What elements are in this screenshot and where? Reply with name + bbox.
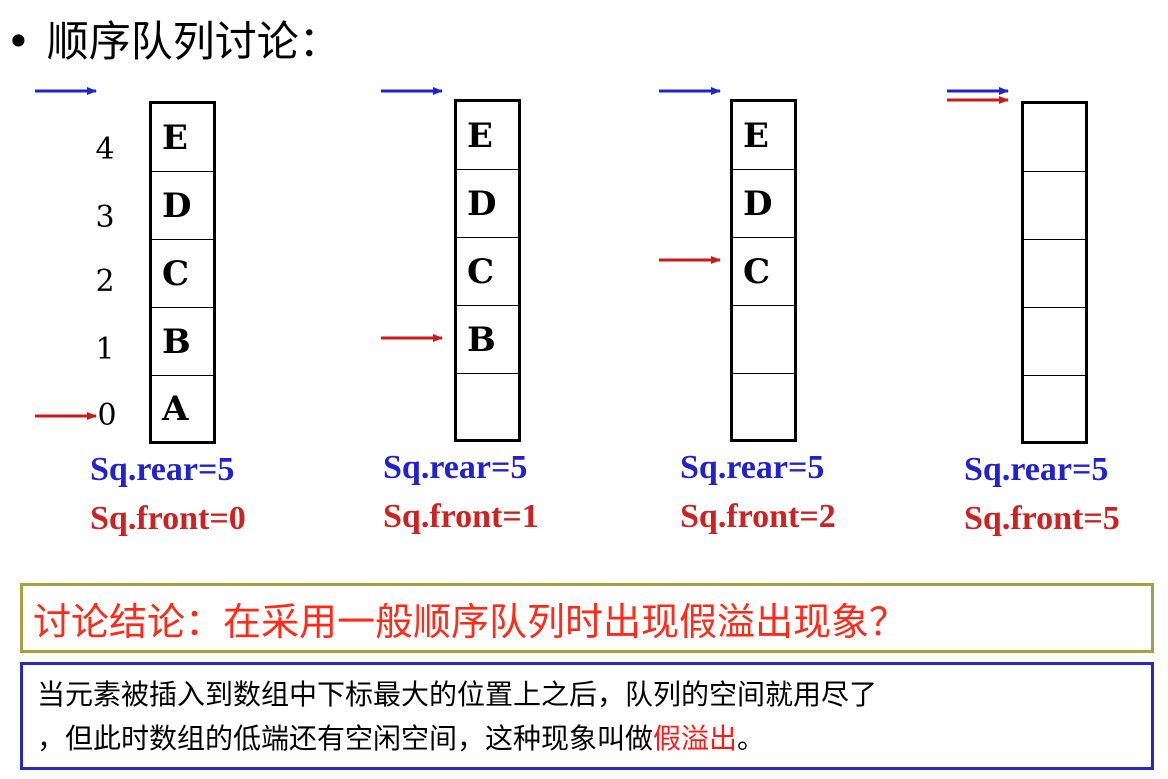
explanation-line-1: 当元素被插入到数组中下标最大的位置上之后，队列的空间就用尽了 <box>37 678 878 711</box>
queue-4-rear-label: Sq.rear=5 <box>964 451 1109 488</box>
explanation-box: 当元素被插入到数组中下标最大的位置上之后，队列的空间就用尽了 ，但此时数组的低端… <box>20 662 1154 770</box>
queue-1-front-label: Sq.front=0 <box>90 500 246 537</box>
queue-2-rear-label: Sq.rear=5 <box>383 449 528 486</box>
queue-3-rear-label: Sq.rear=5 <box>680 449 825 486</box>
explanation-line-2-end: 。 <box>737 722 766 755</box>
false-overflow-term: 假溢出 <box>653 722 738 755</box>
conclusion-text: 讨论结论：在采用一般顺序队列时出现假溢出现象？ <box>33 599 908 644</box>
explanation-line-2: ，但此时数组的低端还有空闲空间，这种现象叫做假溢出。 <box>37 717 1137 761</box>
explanation-line-2-text: ，但此时数组的低端还有空闲空间，这种现象叫做 <box>37 722 654 755</box>
queue-3-front-label: Sq.front=2 <box>680 498 836 535</box>
conclusion-box: 讨论结论：在采用一般顺序队列时出现假溢出现象？ <box>20 583 1154 653</box>
queue-1-rear-label: Sq.rear=5 <box>90 451 235 488</box>
queue-2-front-label: Sq.front=1 <box>383 498 539 535</box>
queue-4-front-label: Sq.front=5 <box>964 500 1120 537</box>
